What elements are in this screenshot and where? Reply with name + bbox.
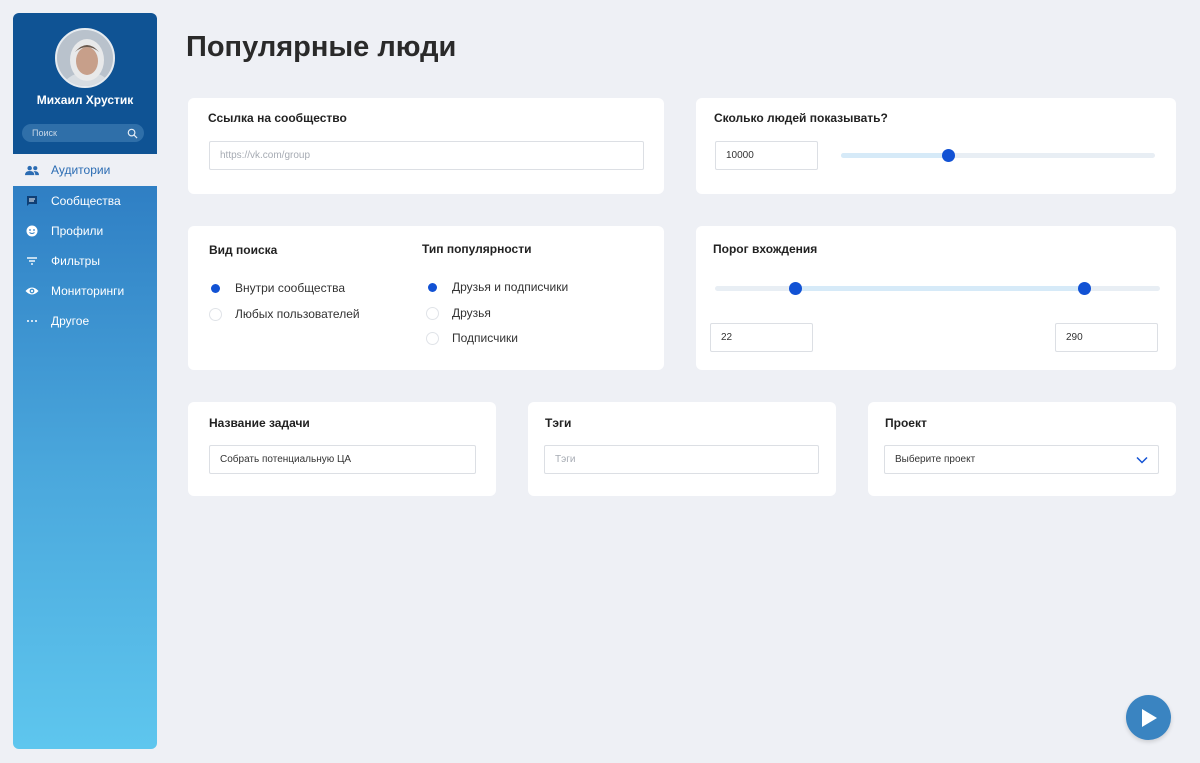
sidebar-item-communities[interactable]: Сообщества: [13, 186, 157, 216]
project-select-value: Выберите проект: [895, 454, 976, 465]
sidebar-item-filters[interactable]: Фильтры: [13, 246, 157, 276]
sidebar-item-label: Сообщества: [51, 194, 121, 208]
community-link-input[interactable]: [209, 141, 644, 170]
search-icon[interactable]: [127, 128, 138, 139]
radio-any-users[interactable]: Любых пользователей: [209, 307, 360, 321]
card-title: Ссылка на сообщество: [208, 111, 347, 125]
sidebar-nav: Сообщества Профили Фильтры Мониторинги Д…: [13, 186, 157, 749]
avatar[interactable]: [55, 28, 115, 88]
threshold-range-slider[interactable]: [715, 282, 1160, 295]
sidebar-item-label: Мониторинги: [51, 284, 125, 298]
slider-fill: [841, 153, 948, 158]
chevron-down-icon: [1136, 456, 1148, 464]
run-button[interactable]: [1126, 695, 1171, 740]
sidebar-item-label: Фильтры: [51, 254, 100, 268]
project-card: Проект Выберите проект: [868, 402, 1176, 496]
sidebar-search[interactable]: [22, 124, 144, 142]
tags-card: Тэги: [528, 402, 836, 496]
radio-button[interactable]: [426, 306, 439, 320]
sidebar-item-label: Другое: [51, 314, 90, 328]
slider-thumb[interactable]: [941, 149, 955, 162]
card-title: Сколько людей показывать?: [714, 111, 888, 125]
sidebar-item-other[interactable]: Другое: [13, 306, 157, 336]
card-title: Название задачи: [209, 416, 310, 430]
radio-inside-community[interactable]: Внутри сообщества: [209, 281, 345, 295]
radio-button[interactable]: [209, 281, 222, 295]
face-icon: [25, 224, 39, 238]
radio-label: Друзья и подписчики: [452, 280, 569, 294]
project-select[interactable]: Выберите проект: [884, 445, 1159, 474]
people-icon: [25, 163, 39, 177]
radio-button[interactable]: [426, 331, 439, 345]
radio-button[interactable]: [209, 307, 222, 321]
sidebar-item-profiles[interactable]: Профили: [13, 216, 157, 246]
people-count-card: Сколько людей показывать?: [696, 98, 1176, 194]
slider-thumb-min[interactable]: [789, 282, 803, 295]
sidebar-item-audiences[interactable]: Аудитории: [13, 157, 157, 183]
sidebar-item-label: Аудитории: [51, 163, 111, 177]
card-title: Тэги: [545, 416, 572, 430]
search-input[interactable]: [32, 128, 122, 138]
more-icon: [25, 314, 39, 328]
radio-label: Любых пользователей: [235, 307, 360, 321]
search-options-card: Вид поиска Внутри сообщества Любых польз…: [188, 226, 664, 370]
slider-thumb-max[interactable]: [1078, 282, 1092, 295]
slider-fill: [795, 286, 1085, 291]
radio-label: Друзья: [452, 306, 491, 320]
people-count-input[interactable]: [715, 141, 818, 170]
page-title: Популярные люди: [186, 31, 457, 63]
community-link-card: Ссылка на сообщество: [188, 98, 664, 194]
threshold-max-input[interactable]: [1055, 323, 1158, 352]
radio-button[interactable]: [426, 280, 439, 294]
radio-friends[interactable]: Друзья: [426, 306, 491, 320]
sidebar-item-monitoring[interactable]: Мониторинги: [13, 276, 157, 306]
user-name: Михаил Хрустик: [36, 93, 134, 107]
card-title: Проект: [885, 416, 927, 430]
tags-input[interactable]: [544, 445, 819, 474]
profile-card: Михаил Хрустик: [13, 13, 157, 154]
search-type-title: Вид поиска: [209, 243, 278, 257]
card-title: Порог вхождения: [713, 242, 818, 256]
threshold-card: Порог вхождения: [696, 226, 1176, 370]
popularity-type-title: Тип популярности: [422, 242, 532, 256]
radio-followers[interactable]: Подписчики: [426, 331, 518, 345]
filter-icon: [25, 254, 39, 268]
avatar-photo: [57, 30, 113, 86]
play-icon: [1141, 708, 1157, 727]
chat-icon: [25, 194, 39, 208]
radio-label: Подписчики: [452, 331, 519, 345]
sidebar-item-label: Профили: [51, 224, 104, 238]
people-count-slider[interactable]: [841, 149, 1155, 162]
eye-icon: [25, 284, 39, 298]
task-name-card: Название задачи: [188, 402, 496, 496]
task-name-input[interactable]: [209, 445, 476, 474]
radio-friends-and-followers[interactable]: Друзья и подписчики: [426, 280, 568, 294]
radio-label: Внутри сообщества: [235, 281, 346, 295]
threshold-min-input[interactable]: [710, 323, 813, 352]
